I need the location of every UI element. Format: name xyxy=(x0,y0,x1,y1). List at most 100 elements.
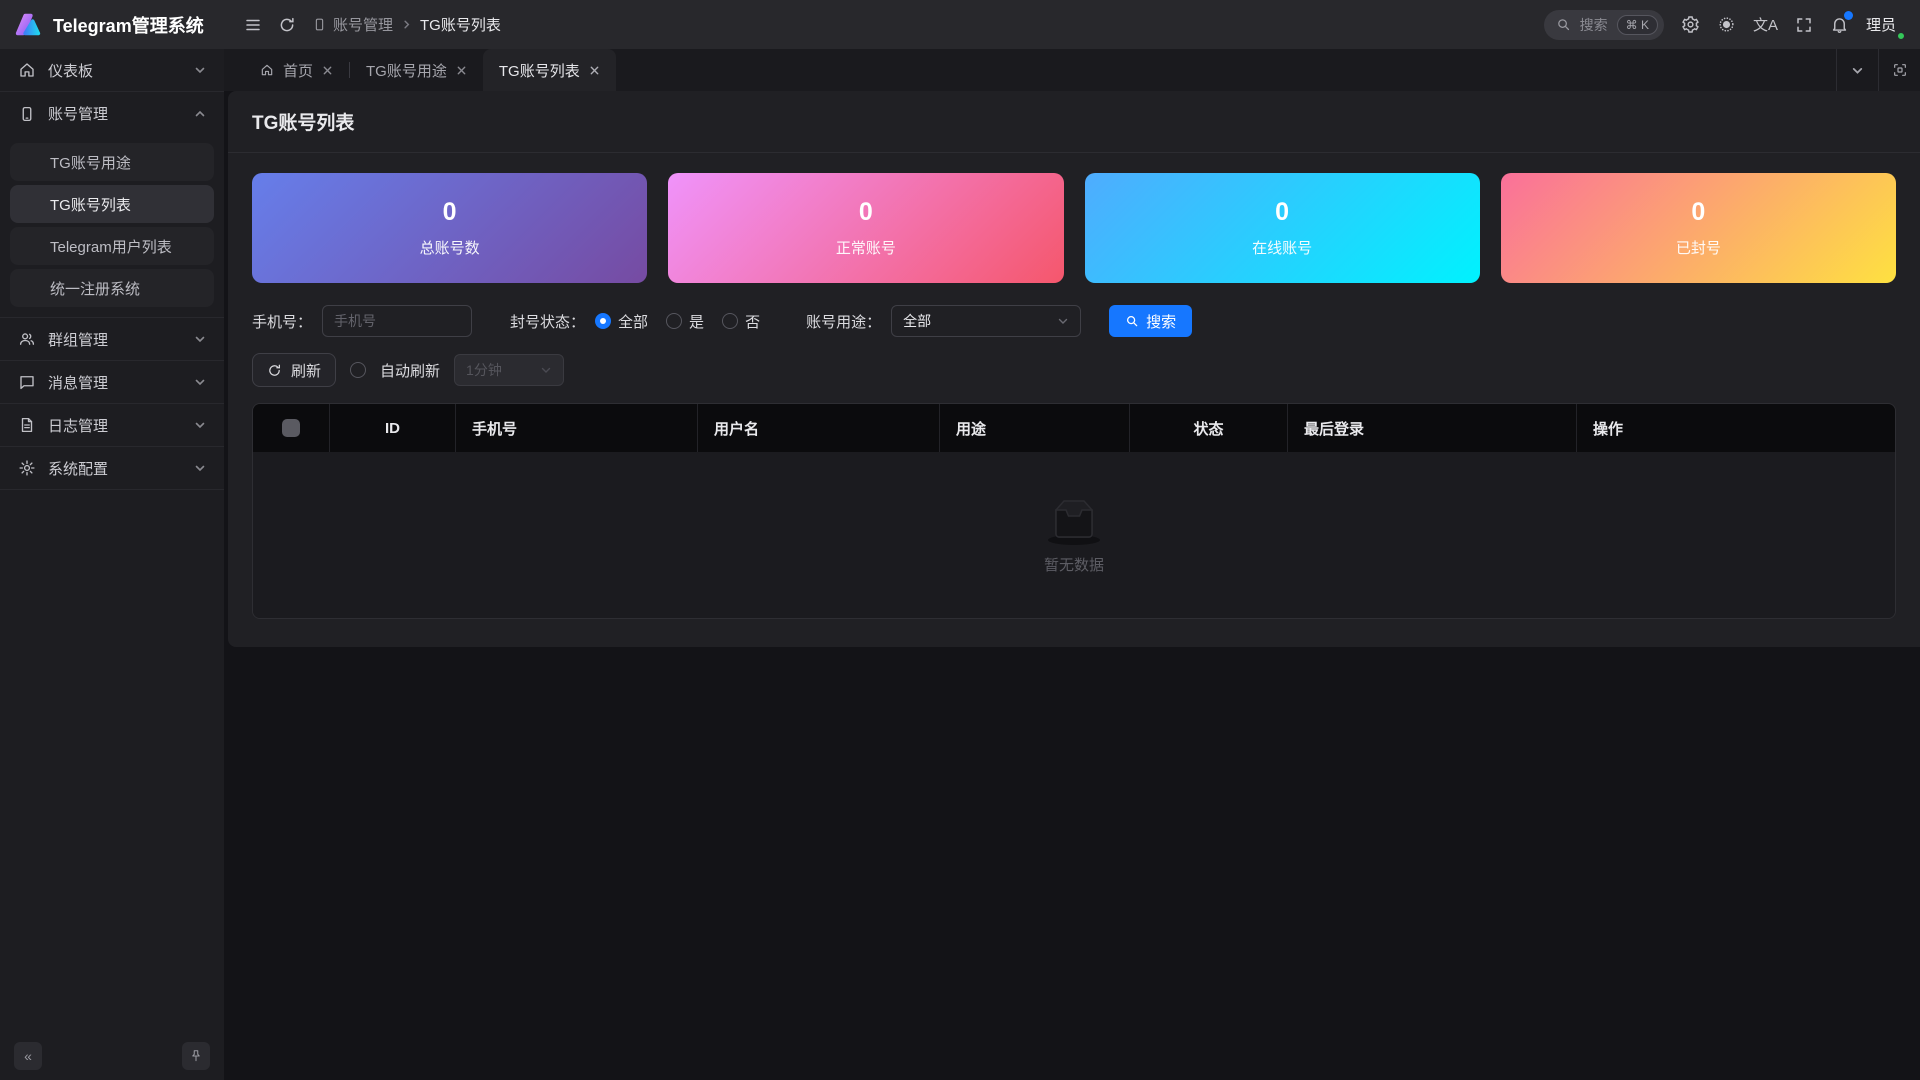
sidebar-item-logs[interactable]: 日志管理 xyxy=(0,404,224,447)
sidebar-footer: « xyxy=(0,1032,224,1080)
stat-card-banned[interactable]: 0 已封号 xyxy=(1501,173,1896,283)
global-search[interactable]: 搜索 ⌘ K xyxy=(1544,10,1664,40)
ban-radio-yes[interactable]: 是 xyxy=(666,311,704,332)
content-maximize-button[interactable] xyxy=(1878,49,1920,91)
sub-item-label: TG账号用途 xyxy=(50,152,131,173)
breadcrumb-current: TG账号列表 xyxy=(420,14,501,35)
top-header: 账号管理 TG账号列表 搜索 ⌘ K 文A xyxy=(224,0,1920,49)
col-username: 用户名 xyxy=(698,404,940,452)
chevron-down-icon xyxy=(540,364,552,376)
sidebar-nav: 仪表板 账号管理 TG账号用途 TG账号列表 T xyxy=(0,49,224,1032)
app-logo-icon xyxy=(13,11,43,39)
chevron-down-icon xyxy=(194,376,206,388)
table-empty-state: 暂无数据 xyxy=(253,452,1895,618)
reload-icon[interactable] xyxy=(278,16,296,34)
sidebar-item-label: 账号管理 xyxy=(48,103,182,124)
select-all-cell xyxy=(253,404,330,452)
sidebar-item-tg-account-purpose[interactable]: TG账号用途 xyxy=(10,143,214,181)
notifications-bell-icon[interactable] xyxy=(1830,15,1849,34)
settings-gear-icon[interactable] xyxy=(1681,15,1700,34)
accounts-table: ID 手机号 用户名 用途 状态 最后登录 操作 暂无数据 xyxy=(252,403,1896,619)
sidebar-item-dashboard[interactable]: 仪表板 xyxy=(0,49,224,92)
sidebar-item-label: 仪表板 xyxy=(48,60,182,81)
refresh-row: 刷新 自动刷新 1分钟 xyxy=(252,353,1896,387)
fullscreen-icon[interactable] xyxy=(1795,16,1813,34)
purpose-label: 账号用途： xyxy=(806,311,881,332)
stat-value: 0 xyxy=(1275,198,1289,227)
stat-label: 总账号数 xyxy=(420,237,480,258)
col-phone: 手机号 xyxy=(456,404,698,452)
search-button[interactable]: 搜索 xyxy=(1109,305,1192,337)
menu-toggle-icon[interactable] xyxy=(244,16,262,34)
phone-label: 手机号： xyxy=(252,311,312,332)
stat-value: 0 xyxy=(859,198,873,227)
app-logo-row[interactable]: Telegram管理系统 xyxy=(0,0,224,49)
tab-tg-account-purpose[interactable]: TG账号用途 xyxy=(350,49,483,91)
sub-item-label: 统一注册系统 xyxy=(50,278,140,299)
collapse-icon: « xyxy=(24,1048,32,1064)
close-icon[interactable] xyxy=(589,65,600,76)
tab-label: 首页 xyxy=(283,60,313,81)
stat-label: 正常账号 xyxy=(836,237,896,258)
sidebar-item-telegram-user-list[interactable]: Telegram用户列表 xyxy=(10,227,214,265)
sidebar-submenu-accounts: TG账号用途 TG账号列表 Telegram用户列表 统一注册系统 xyxy=(0,135,224,318)
tab-bar: 首页 TG账号用途 TG账号列表 xyxy=(224,49,1920,91)
stat-card-total[interactable]: 0 总账号数 xyxy=(252,173,647,283)
stat-card-online[interactable]: 0 在线账号 xyxy=(1085,173,1480,283)
breadcrumb: 账号管理 TG账号列表 xyxy=(312,14,501,35)
chevron-down-icon xyxy=(194,64,206,76)
tab-controls xyxy=(1836,49,1920,91)
search-placeholder: 搜索 xyxy=(1580,15,1608,35)
sidebar-pin-button[interactable] xyxy=(182,1042,210,1070)
header-actions: 搜索 ⌘ K 文A 理员 xyxy=(1544,10,1900,40)
sidebar-item-messages[interactable]: 消息管理 xyxy=(0,361,224,404)
chevron-right-icon xyxy=(401,19,412,30)
stat-value: 0 xyxy=(443,198,457,227)
tab-tg-account-list[interactable]: TG账号列表 xyxy=(483,49,616,91)
chat-icon xyxy=(18,373,36,391)
sidebar-item-unified-register[interactable]: 统一注册系统 xyxy=(10,269,214,307)
purpose-select[interactable]: 全部 xyxy=(891,305,1081,337)
interval-select[interactable]: 1分钟 xyxy=(454,354,564,386)
ban-radio-no[interactable]: 否 xyxy=(722,311,760,332)
online-status-dot xyxy=(1896,31,1906,41)
home-icon xyxy=(260,63,274,77)
refresh-icon xyxy=(267,363,282,378)
sidebar-collapse-button[interactable]: « xyxy=(14,1042,42,1070)
home-icon xyxy=(18,61,36,79)
user-menu[interactable]: 理员 xyxy=(1866,14,1900,35)
select-all-checkbox[interactable] xyxy=(282,419,300,437)
empty-inbox-icon xyxy=(1042,496,1106,548)
sidebar-item-groups[interactable]: 群组管理 xyxy=(0,318,224,361)
chevron-down-icon xyxy=(194,419,206,431)
phone-input[interactable] xyxy=(322,305,472,337)
search-icon xyxy=(1556,17,1571,32)
theme-sun-icon[interactable] xyxy=(1717,15,1736,34)
sidebar-item-accounts[interactable]: 账号管理 xyxy=(0,92,224,135)
tab-list-dropdown-button[interactable] xyxy=(1836,49,1878,91)
users-icon xyxy=(18,330,36,348)
stat-cards: 0 总账号数 0 正常账号 0 在线账号 0 已封号 xyxy=(252,173,1896,283)
sidebar: Telegram管理系统 仪表板 账号管理 xyxy=(0,0,224,1080)
close-icon[interactable] xyxy=(322,65,333,76)
translate-icon[interactable]: 文A xyxy=(1753,14,1778,35)
refresh-button[interactable]: 刷新 xyxy=(252,353,336,387)
sub-item-label: TG账号列表 xyxy=(50,194,131,215)
tab-home[interactable]: 首页 xyxy=(244,49,349,91)
close-icon[interactable] xyxy=(456,65,467,76)
breadcrumb-section[interactable]: 账号管理 xyxy=(312,14,393,35)
search-icon xyxy=(1125,314,1139,328)
stat-card-normal[interactable]: 0 正常账号 xyxy=(668,173,1063,283)
pin-icon xyxy=(189,1049,203,1063)
filter-row: 手机号： 封号状态： 全部 是 否 账号用途： 全部 搜索 xyxy=(252,305,1896,337)
sidebar-item-settings[interactable]: 系统配置 xyxy=(0,447,224,490)
stat-label: 已封号 xyxy=(1676,237,1721,258)
gear-icon xyxy=(18,459,36,477)
ban-radio-all[interactable]: 全部 xyxy=(595,311,648,332)
auto-refresh-checkbox[interactable] xyxy=(350,362,366,378)
ban-status-label: 封号状态： xyxy=(510,311,585,332)
sub-item-label: Telegram用户列表 xyxy=(50,236,172,257)
stat-label: 在线账号 xyxy=(1252,237,1312,258)
chevron-down-icon xyxy=(1057,315,1069,327)
sidebar-item-tg-account-list[interactable]: TG账号列表 xyxy=(10,185,214,223)
